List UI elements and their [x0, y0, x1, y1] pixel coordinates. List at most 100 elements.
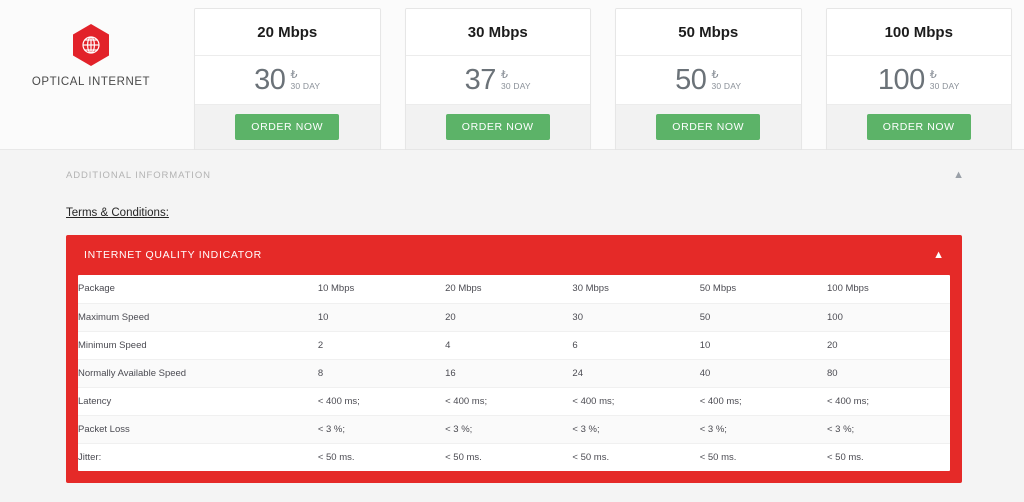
row-cell: 2 [317, 331, 446, 360]
table-row: Package 10 Mbps 20 Mbps 30 Mbps 50 Mbps … [78, 275, 950, 304]
plan-price: 30 ₺ 30 DAY [195, 56, 380, 105]
table-row: Jitter: < 50 ms. < 50 ms. < 50 ms. < 50 … [78, 443, 950, 471]
plan-footer: ORDER NOW [616, 105, 801, 149]
table-row: Normally Available Speed 8 16 24 40 80 [78, 359, 950, 388]
plan-cards: 20 Mbps 30 ₺ 30 DAY ORDER NOW 30 Mbps 37… [182, 8, 1024, 150]
row-cell: 24 [572, 359, 700, 388]
plan-card[interactable]: 20 Mbps 30 ₺ 30 DAY ORDER NOW [194, 8, 381, 150]
additional-information-header[interactable]: ADDITIONAL INFORMATION ▲ [0, 150, 1024, 182]
row-cell: 50 [699, 303, 827, 332]
order-now-button[interactable]: ORDER NOW [656, 113, 761, 141]
plan-card[interactable]: 100 Mbps 100 ₺ 30 DAY ORDER NOW [825, 8, 1012, 150]
price-amount: 100 [877, 63, 925, 96]
internet-quality-indicator-panel: INTERNET QUALITY INDICATOR ▲ Package 10 … [66, 235, 962, 483]
row-cell: 10 [317, 303, 446, 332]
row-cell: < 3 %; [699, 415, 827, 444]
row-cell: 100 Mbps [827, 275, 950, 304]
row-cell: 100 [827, 303, 950, 332]
row-cell: 4 [445, 331, 573, 360]
quality-panel-header[interactable]: INTERNET QUALITY INDICATOR ▲ [66, 235, 962, 275]
price-period: 30 DAY [929, 80, 960, 91]
row-cell: < 50 ms. [317, 451, 355, 463]
row-label: Normally Available Speed [78, 359, 318, 388]
price-amount: 37 [464, 63, 497, 96]
table-row: Minimum Speed 2 4 6 10 20 [78, 331, 950, 360]
table-row: Packet Loss < 3 %; < 3 %; < 3 %; < 3 %; … [78, 415, 950, 444]
quality-indicator-table: Package 10 Mbps 20 Mbps 30 Mbps 50 Mbps … [78, 275, 950, 471]
row-cell: < 3 %; [827, 415, 950, 444]
plan-title: 100 Mbps [826, 9, 1011, 56]
row-cell: < 50 ms. [572, 451, 610, 463]
price-period: 30 DAY [500, 80, 531, 91]
row-cell: 50 Mbps [699, 275, 827, 304]
brand-column: OPTICAL INTERNET [0, 8, 182, 88]
row-label: Maximum Speed [78, 303, 318, 332]
order-now-button[interactable]: ORDER NOW [866, 113, 971, 141]
price-period: 30 DAY [711, 80, 742, 91]
order-now-button[interactable]: ORDER NOW [235, 113, 340, 141]
currency-symbol: ₺ [929, 68, 937, 81]
row-cell: < 50 ms. [827, 451, 864, 463]
row-label: Latency [78, 387, 318, 416]
currency-symbol: ₺ [290, 68, 298, 81]
price-amount: 50 [675, 63, 707, 96]
row-cell: < 3 %; [572, 415, 700, 444]
globe-hexagon-icon [71, 23, 111, 67]
plan-title: 20 Mbps [195, 9, 380, 56]
row-cell: < 400 ms; [827, 387, 950, 416]
price-meta: ₺ 30 DAY [290, 68, 321, 91]
plan-price: 37 ₺ 30 DAY [405, 56, 590, 105]
row-cell: < 50 ms. [699, 451, 737, 463]
currency-symbol: ₺ [500, 68, 508, 81]
price-amount: 30 [254, 63, 286, 96]
plan-title: 30 Mbps [405, 9, 590, 56]
row-cell: < 400 ms; [699, 387, 827, 416]
table-row: Maximum Speed 10 20 30 50 100 [78, 303, 950, 332]
brand-label: OPTICAL INTERNET [31, 76, 151, 88]
plan-price: 100 ₺ 30 DAY [826, 56, 1011, 105]
currency-symbol: ₺ [711, 68, 719, 81]
plan-footer: ORDER NOW [195, 105, 380, 149]
price-meta: ₺ 30 DAY [711, 68, 742, 91]
additional-information-title: ADDITIONAL INFORMATION [66, 170, 211, 181]
row-cell: 40 [699, 359, 827, 388]
row-cell: 10 [699, 331, 827, 360]
row-cell: < 400 ms; [572, 387, 700, 416]
row-cell: < 3 %; [317, 415, 446, 444]
plan-title: 50 Mbps [616, 9, 801, 56]
row-cell: < 3 %; [445, 415, 573, 444]
terms-row: Terms & Conditions: [0, 181, 1024, 221]
row-label: Jitter: [78, 451, 102, 463]
row-cell: < 400 ms; [445, 387, 573, 416]
chevron-up-icon[interactable]: ▲ [953, 170, 964, 181]
row-cell: 20 [827, 331, 950, 360]
price-meta: ₺ 30 DAY [500, 68, 531, 91]
pricing-section: OPTICAL INTERNET 20 Mbps 30 ₺ 30 DAY ORD… [0, 0, 1024, 150]
row-cell: 80 [827, 359, 950, 388]
terms-and-conditions-link[interactable]: Terms & Conditions: [66, 207, 169, 219]
row-cell: 10 Mbps [317, 275, 446, 304]
additional-information-section: ADDITIONAL INFORMATION ▲ Terms & Conditi… [0, 150, 1024, 502]
row-label: Package [78, 275, 318, 304]
row-cell: 16 [445, 359, 573, 388]
plan-price: 50 ₺ 30 DAY [616, 56, 801, 105]
row-cell: 30 Mbps [572, 275, 700, 304]
row-cell: < 50 ms. [445, 451, 482, 463]
order-now-button[interactable]: ORDER NOW [445, 113, 550, 141]
plan-footer: ORDER NOW [826, 105, 1011, 149]
quality-panel-title: INTERNET QUALITY INDICATOR [84, 249, 262, 261]
row-cell: 6 [572, 331, 700, 360]
plan-footer: ORDER NOW [405, 105, 590, 149]
table-row: Latency < 400 ms; < 400 ms; < 400 ms; < … [78, 387, 950, 416]
row-cell: 20 Mbps [445, 275, 573, 304]
plan-card[interactable]: 30 Mbps 37 ₺ 30 DAY ORDER NOW [404, 8, 591, 150]
chevron-up-icon[interactable]: ▲ [933, 249, 944, 261]
row-label: Packet Loss [78, 415, 318, 444]
plan-card[interactable]: 50 Mbps 50 ₺ 30 DAY ORDER NOW [615, 8, 802, 150]
row-cell: 20 [445, 303, 573, 332]
row-cell: < 400 ms; [317, 387, 446, 416]
row-cell: 30 [572, 303, 700, 332]
quality-table-container: Package 10 Mbps 20 Mbps 30 Mbps 50 Mbps … [78, 275, 950, 471]
price-period: 30 DAY [290, 80, 321, 91]
row-label: Minimum Speed [78, 331, 318, 360]
